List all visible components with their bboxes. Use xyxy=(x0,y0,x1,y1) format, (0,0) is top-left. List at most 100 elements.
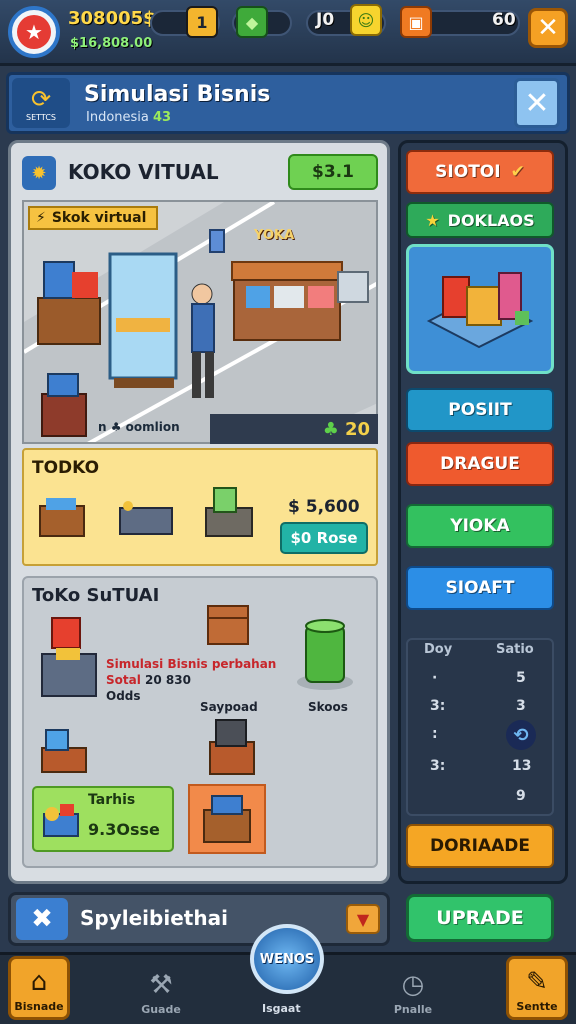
buy-button[interactable]: $0 Rose xyxy=(280,522,368,554)
resource-3-value: J0 xyxy=(316,10,335,30)
stats-cell: : xyxy=(432,726,438,742)
plus-icon[interactable]: 1 xyxy=(186,6,218,38)
money-display: 308005$ xyxy=(68,8,156,29)
nav-guide-label: Guade xyxy=(141,1003,181,1016)
stats-cell: · xyxy=(432,670,438,686)
nav-profile[interactable]: ◷ Pnalle xyxy=(368,956,458,1020)
sidebar-bottom-button[interactable]: DORIAADE xyxy=(406,824,554,868)
sidebar-button-2[interactable]: ★ DOKLAOS xyxy=(406,202,554,238)
box-icon xyxy=(207,605,249,645)
building-icon xyxy=(426,272,534,349)
scene-counter: ♣ 20 xyxy=(210,414,378,444)
crate-icon xyxy=(39,498,85,537)
chevron-down-icon: ✔ xyxy=(510,162,525,182)
nav-profile-label: Pnalle xyxy=(393,1003,433,1016)
player-avatar[interactable]: ★ xyxy=(8,6,60,58)
kiosk-icon xyxy=(205,487,253,537)
shelf-icon xyxy=(43,804,79,837)
close-icon[interactable]: ✕ xyxy=(528,8,568,48)
shop-heading: KOKO VITUAL xyxy=(68,160,219,184)
sidebar-button-6[interactable]: SIOAFT xyxy=(406,566,554,610)
table-icon xyxy=(41,729,87,773)
stats-col2-header: Satio xyxy=(496,642,534,657)
selected-item-label: Tarhis xyxy=(88,792,136,808)
center-badge-button[interactable]: WENOS xyxy=(250,924,324,994)
table-item[interactable] xyxy=(38,724,90,776)
resource-4-value: 60 xyxy=(492,10,516,30)
subtitle-text: Indonesia xyxy=(86,110,149,125)
bin-item[interactable] xyxy=(294,616,356,692)
sidebar-button-1[interactable]: SIOTOI ✔ xyxy=(406,150,554,194)
gear-icon: ✹ xyxy=(22,156,56,190)
hammer-icon: ⚒ xyxy=(149,970,173,1000)
stats-cell: 5 xyxy=(516,670,526,686)
page-subtitle: Indonesia 43 xyxy=(86,110,171,125)
stats-cell: 9 xyxy=(516,788,526,804)
bottom-field-text: Spyleibiethai xyxy=(80,906,228,930)
stats-cell: 3: xyxy=(430,698,446,714)
info-icon[interactable]: ⟲ xyxy=(506,720,536,750)
money-sub-display: $16,808.00 xyxy=(70,36,153,51)
house-icon: ⌂ xyxy=(30,967,48,997)
coin-icon: ⟳ xyxy=(30,84,52,113)
gift-icon[interactable]: ▣ xyxy=(400,6,432,38)
scene-counter-value: 20 xyxy=(344,418,370,440)
sidebar-button-3[interactable]: POSIIT xyxy=(406,388,554,432)
register-item[interactable] xyxy=(38,614,100,700)
sidebar-button-2-label: DOKLAOS xyxy=(447,210,535,230)
scene-tag-label: Skok virtual xyxy=(51,210,147,226)
chevron-down-icon[interactable]: ▼ xyxy=(346,904,380,934)
sim-line-1: Simulasi Bisnis perbahan xyxy=(106,657,277,671)
upgrade-button[interactable]: UPRADE xyxy=(406,894,554,942)
subtitle-highlight: 43 xyxy=(153,110,172,125)
nav-guide[interactable]: ⚒ Guade xyxy=(116,956,206,1020)
header-close-button[interactable]: ✕ xyxy=(514,78,560,128)
pencil-icon: ✎ xyxy=(526,967,548,997)
sidebar-button-4[interactable]: DRAGUE xyxy=(406,442,554,486)
stats-cell: 3 xyxy=(516,698,526,714)
atm-item[interactable] xyxy=(204,716,258,778)
shop-scene[interactable] xyxy=(22,200,378,444)
selected-item-art xyxy=(40,800,82,840)
toko-panel-title: ToKo SuTUAI xyxy=(32,585,160,606)
sim-line-2: Sotal xyxy=(106,673,141,687)
selected-item-value: 9.3Osse xyxy=(88,820,160,839)
nav-home[interactable]: ⌂ Bisnade xyxy=(8,956,70,1020)
logo-caption: SETTCS xyxy=(26,112,56,122)
smiley-icon[interactable]: ☺ xyxy=(350,4,382,36)
sidebar-button-5[interactable]: YIOKA xyxy=(406,504,554,548)
scene-illustration xyxy=(24,202,376,442)
sim-line-2-row: Sotal 20 830 xyxy=(106,672,276,688)
star-badge-icon: ★ xyxy=(425,210,440,230)
cart-icon xyxy=(119,501,173,535)
stats-col1-header: Doy xyxy=(424,642,453,657)
crate-card[interactable] xyxy=(188,784,266,854)
page-title: Simulasi Bisnis xyxy=(84,82,271,107)
stall-sign: YOKA xyxy=(254,228,295,243)
lightning-icon: ⚡ xyxy=(36,210,46,226)
simulation-info: Simulasi Bisnis perbahan Sotal 20 830 Od… xyxy=(106,656,276,704)
scene-tag: ⚡ Skok virtual xyxy=(28,206,159,230)
sidebar-button-1-label: SIOTOI xyxy=(435,162,501,182)
stats-cell: 3: xyxy=(430,758,446,774)
item-preview[interactable] xyxy=(406,244,554,374)
sim-value: 20 830 xyxy=(145,673,191,687)
nav-settings-label: Sentte xyxy=(516,1000,558,1013)
header-logo: ⟳ SETTCS xyxy=(12,78,70,128)
cash-register-icon xyxy=(41,617,97,697)
puzzle-icon: ✖ xyxy=(16,898,68,940)
shop-item-cart[interactable] xyxy=(118,498,176,538)
gem-icon[interactable]: ◆ xyxy=(236,6,268,38)
stats-cell: 13 xyxy=(512,758,532,774)
scene-note: n ♣ oomlion xyxy=(98,420,180,434)
nav-home-label: Bisnade xyxy=(14,1000,64,1013)
shop-badge-button[interactable]: $3.1 xyxy=(288,154,378,190)
shop-items-title: TODKO xyxy=(32,458,100,478)
shop-item-kiosk[interactable] xyxy=(202,484,256,540)
item-label-saypoad: Saypoad xyxy=(200,700,258,714)
item-label-skoos: Skoos xyxy=(308,700,348,714)
box-item[interactable] xyxy=(204,598,252,648)
star-icon: ★ xyxy=(17,15,51,49)
nav-settings[interactable]: ✎ Sentte xyxy=(506,956,568,1020)
shop-item-crate[interactable] xyxy=(36,494,88,538)
